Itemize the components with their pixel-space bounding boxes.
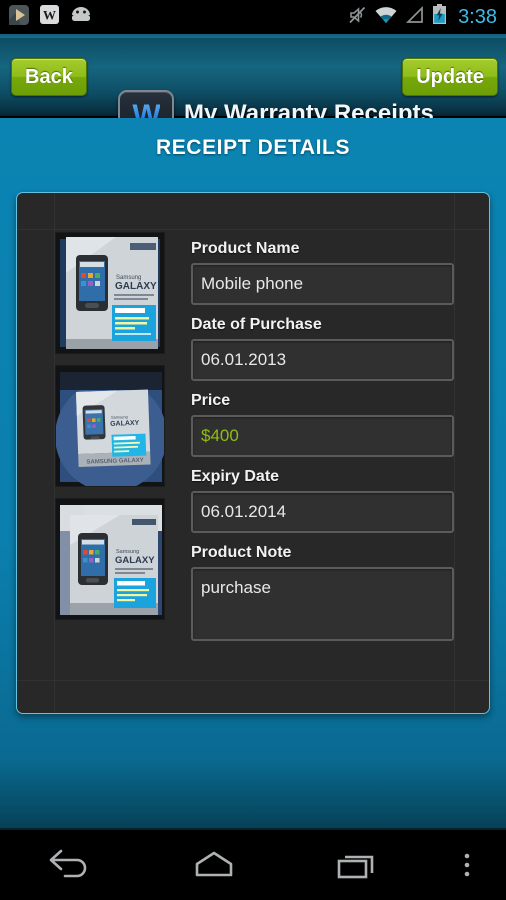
svg-text:GALAXY: GALAXY: [110, 420, 140, 428]
mute-vibrate-off-icon: [347, 5, 367, 30]
receipt-photo-3[interactable]: Samsung GALAXY: [55, 498, 165, 620]
app-root: W 3:38 Back W My Warranty Receipts Updat…: [0, 0, 506, 900]
update-button[interactable]: Update: [402, 58, 498, 96]
receipt-details-panel: Samsung GALAXY Samsung GALAXY SAMSUNG GA…: [16, 192, 490, 714]
expiry-date-value: 06.01.2014: [201, 502, 287, 521]
receipt-fields: Product Name Mobile phone Date of Purcha…: [183, 230, 454, 680]
price-input[interactable]: $400: [191, 415, 454, 457]
signal-no-service-icon: [405, 5, 425, 30]
status-bar-left-icons: W: [0, 4, 93, 31]
price-label: Price: [191, 392, 231, 409]
svg-text:GALAXY: GALAXY: [115, 555, 155, 566]
panel-gridline: [17, 680, 489, 681]
date-of-purchase-input[interactable]: 06.01.2013: [191, 339, 454, 381]
android-robot-icon: [69, 6, 93, 29]
wikipedia-w-icon: W: [39, 4, 60, 30]
media-player-icon: [8, 4, 30, 31]
receipt-photo-list: Samsung GALAXY Samsung GALAXY SAMSUNG GA…: [55, 230, 183, 680]
date-of-purchase-label: Date of Purchase: [191, 316, 322, 333]
product-name-value: Mobile phone: [201, 274, 304, 293]
back-button[interactable]: Back: [11, 58, 87, 96]
home-nav-icon[interactable]: [143, 830, 286, 900]
expiry-date-label: Expiry Date: [191, 468, 280, 485]
back-nav-icon[interactable]: [0, 830, 143, 900]
receipt-photo-1[interactable]: Samsung GALAXY: [55, 232, 165, 354]
svg-text:W: W: [43, 8, 56, 23]
product-note-value: purchase: [201, 578, 271, 597]
product-note-label: Product Note: [191, 544, 292, 561]
panel-gridline: [454, 193, 455, 713]
page-title: RECEIPT DETAILS: [155, 136, 351, 159]
wifi-icon: [374, 5, 398, 30]
svg-text:GALAXY: GALAXY: [115, 281, 157, 292]
receipt-photo-2[interactable]: Samsung GALAXY SAMSUNG GALAXY: [55, 365, 165, 487]
expiry-date-input[interactable]: 06.01.2014: [191, 491, 454, 533]
action-bar: Back W My Warranty Receipts Update: [0, 38, 506, 142]
status-bar-right-icons: 3:38: [347, 4, 506, 30]
battery-charging-icon: [432, 4, 447, 30]
recents-nav-icon[interactable]: [285, 830, 428, 900]
status-bar-clock: 3:38: [458, 5, 497, 28]
status-bar: W 3:38: [0, 0, 506, 34]
date-of-purchase-value: 06.01.2013: [201, 350, 287, 369]
product-name-label: Product Name: [191, 240, 300, 257]
svg-text:Samsung: Samsung: [111, 414, 128, 420]
price-value: $400: [201, 426, 239, 445]
overflow-menu-icon[interactable]: [428, 830, 506, 900]
system-nav-bar: [0, 830, 506, 900]
product-note-input[interactable]: purchase: [191, 567, 454, 641]
product-name-input[interactable]: Mobile phone: [191, 263, 454, 305]
